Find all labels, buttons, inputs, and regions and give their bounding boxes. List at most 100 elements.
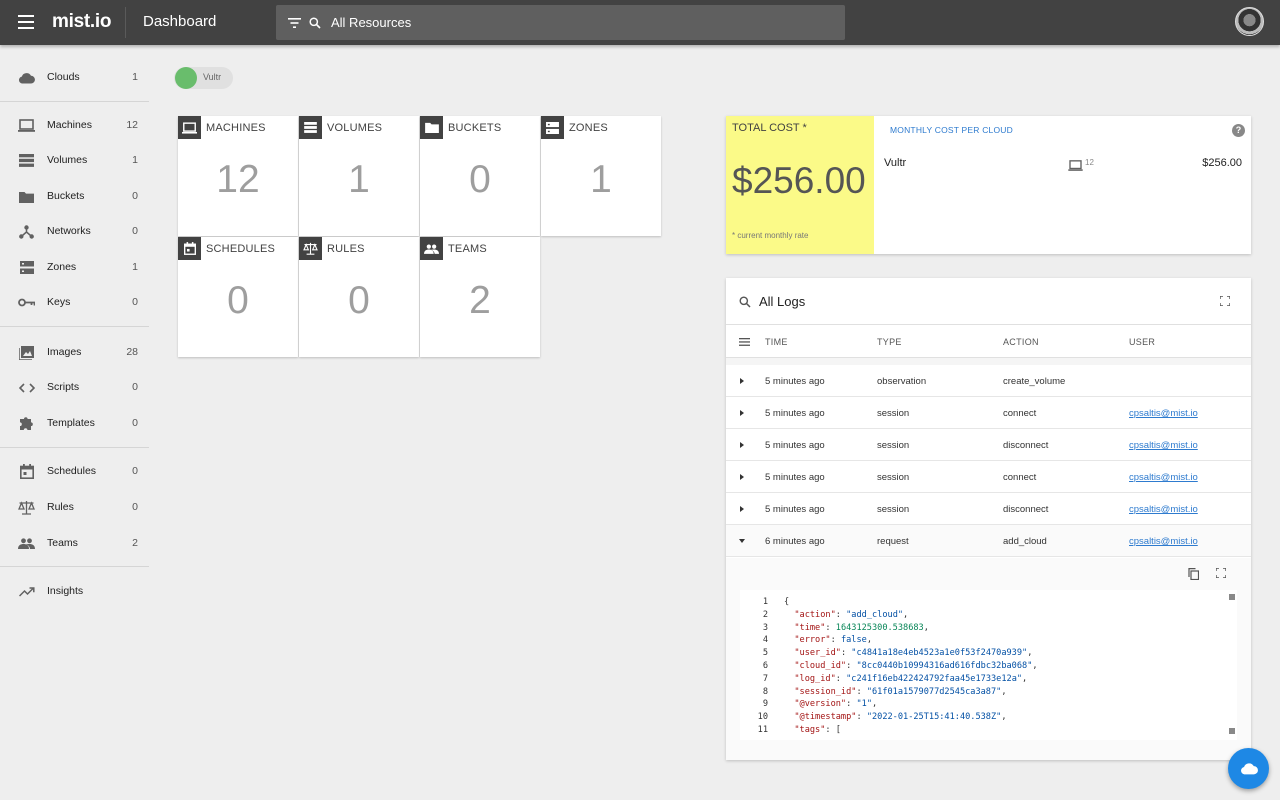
search-bar[interactable] <box>276 5 845 40</box>
sidebar-item-scripts[interactable]: Scripts 0 <box>0 370 149 404</box>
scroll-down-marker[interactable] <box>1229 728 1235 734</box>
log-action: connect <box>1003 472 1037 483</box>
log-user[interactable]: cpsaltis@mist.io <box>1129 408 1198 419</box>
json-code-viewer[interactable]: 1 2 3 4 5 6 7 8 9 10 11 { "action": "add_cloud", "… <box>740 590 1237 740</box>
sidebar-item-label: Machines <box>47 119 92 131</box>
fullscreen-icon[interactable] <box>1220 296 1230 306</box>
code-lines: { "action": "add_cloud", "time": 1643125… <box>784 596 1038 737</box>
sidebar-item-count: 1 <box>132 261 138 273</box>
sidebar-item-images[interactable]: Images 28 <box>0 335 149 369</box>
table-row-expanded[interactable]: 6 minutes ago request add_cloud cpsaltis… <box>726 525 1251 557</box>
expand-arrow-icon[interactable] <box>740 410 744 416</box>
line-number: 8 <box>762 686 768 697</box>
code-token: : <box>830 635 841 646</box>
tile-buckets[interactable]: BUCKETS 0 <box>420 116 540 236</box>
volumes-icon <box>18 152 35 169</box>
tile-machines[interactable]: MACHINES 12 <box>178 116 298 236</box>
cloud-filter-chip[interactable]: Vultr <box>174 67 233 89</box>
scale-icon <box>18 499 35 516</box>
expand-arrow-icon[interactable] <box>740 378 744 384</box>
log-user[interactable]: cpsaltis@mist.io <box>1129 472 1198 483</box>
sidebar-item-count: 0 <box>132 296 138 308</box>
sidebar-item-teams[interactable]: Teams 2 <box>0 526 149 560</box>
tile-zones[interactable]: ZONES 1 <box>541 116 661 236</box>
code-token: "cloud_id" <box>794 660 847 671</box>
table-row[interactable]: 5 minutes ago session disconnect cpsalti… <box>726 429 1251 461</box>
sidebar-item-templates[interactable]: Templates 0 <box>0 406 149 440</box>
sidebar-item-count: 0 <box>132 417 138 429</box>
menu-icon[interactable] <box>18 15 34 29</box>
code-line: "tags": [ <box>784 724 1038 737</box>
table-row[interactable]: 5 minutes ago observation create_volume <box>726 365 1251 397</box>
code-token: : [ <box>825 724 841 735</box>
total-cost-title: TOTAL COST * <box>732 122 807 134</box>
log-user[interactable]: cpsaltis@mist.io <box>1129 440 1198 451</box>
sidebar-item-count: 0 <box>132 465 138 477</box>
code-token: , <box>1001 686 1007 697</box>
fullscreen-icon[interactable] <box>1216 568 1226 578</box>
expand-arrow-icon[interactable] <box>740 506 744 512</box>
tile-teams[interactable]: TEAMS 2 <box>420 237 540 357</box>
app-logo[interactable]: mist.io <box>52 11 111 33</box>
tile-volumes[interactable]: VOLUMES 1 <box>299 116 419 236</box>
column-header-time[interactable]: TIME <box>765 337 788 347</box>
column-header-type[interactable]: TYPE <box>877 337 902 347</box>
code-token: : <box>840 648 852 659</box>
line-number: 4 <box>762 635 768 646</box>
code-token: , <box>1001 712 1007 723</box>
log-action: create_volume <box>1003 376 1066 387</box>
sidebar-item-count: 0 <box>132 501 138 513</box>
log-user[interactable]: cpsaltis@mist.io <box>1129 536 1198 547</box>
column-menu-icon[interactable] <box>739 338 750 346</box>
sidebar-item-networks[interactable]: Networks 0 <box>0 214 149 248</box>
column-header-user[interactable]: USER <box>1129 337 1155 347</box>
column-header-action[interactable]: ACTION <box>1003 337 1039 347</box>
code-token: "log_id" <box>794 673 836 684</box>
tile-rules[interactable]: RULES 0 <box>299 237 419 357</box>
log-user[interactable]: cpsaltis@mist.io <box>1129 504 1198 515</box>
line-number: 11 <box>757 724 768 735</box>
sidebar-item-label: Rules <box>47 501 74 513</box>
sidebar-item-keys[interactable]: Keys 0 <box>0 285 149 319</box>
sidebar-item-zones[interactable]: Zones 1 <box>0 250 149 284</box>
sidebar-item-count: 0 <box>132 381 138 393</box>
sidebar-item-label: Templates <box>47 417 95 429</box>
tile-schedules[interactable]: SCHEDULES 0 <box>178 237 298 357</box>
sidebar-item-rules[interactable]: Rules 0 <box>0 490 149 524</box>
sidebar-item-label: Zones <box>47 261 77 273</box>
search-icon[interactable] <box>739 296 751 308</box>
sidebar-item-schedules[interactable]: Schedules 0 <box>0 454 149 488</box>
avatar[interactable] <box>1235 7 1264 36</box>
copy-icon[interactable] <box>1188 568 1199 580</box>
network-icon <box>18 223 35 240</box>
help-icon[interactable]: ? <box>1232 124 1245 137</box>
filter-icon[interactable] <box>288 17 301 28</box>
expand-arrow-icon[interactable] <box>740 474 744 480</box>
scroll-up-marker[interactable] <box>1229 594 1235 600</box>
search-input[interactable] <box>331 15 811 30</box>
cloud-icon <box>18 69 35 86</box>
expand-arrow-icon[interactable] <box>740 442 744 448</box>
collapse-arrow-icon[interactable] <box>739 539 745 543</box>
sidebar-item-machines[interactable]: Machines 12 <box>0 108 149 142</box>
table-row[interactable]: 5 minutes ago session connect cpsaltis@m… <box>726 397 1251 429</box>
table-row[interactable]: 5 minutes ago session disconnect cpsalti… <box>726 493 1251 525</box>
sidebar-item-clouds[interactable]: Clouds 1 <box>0 60 149 94</box>
table-row[interactable]: 5 minutes ago session connect cpsaltis@m… <box>726 461 1251 493</box>
log-time: 5 minutes ago <box>765 408 825 419</box>
cloud-cost-name[interactable]: Vultr <box>884 157 906 169</box>
log-type: session <box>877 472 910 483</box>
code-token: "c4841a18e4eb4523a1e0f53f2470a939" <box>851 648 1028 659</box>
sidebar-item-buckets[interactable]: Buckets 0 <box>0 179 149 213</box>
code-token: : <box>846 660 857 671</box>
sidebar-item-insights[interactable]: Insights <box>0 574 149 608</box>
sidebar-item-volumes[interactable]: Volumes 1 <box>0 143 149 177</box>
tile-label: BUCKETS <box>448 122 502 134</box>
add-cloud-button[interactable] <box>1228 748 1269 789</box>
sidebar-item-count: 0 <box>132 190 138 202</box>
scrollbar[interactable] <box>1229 594 1235 734</box>
code-token: "2022-01-25T15:41:40.538Z" <box>866 712 1002 723</box>
